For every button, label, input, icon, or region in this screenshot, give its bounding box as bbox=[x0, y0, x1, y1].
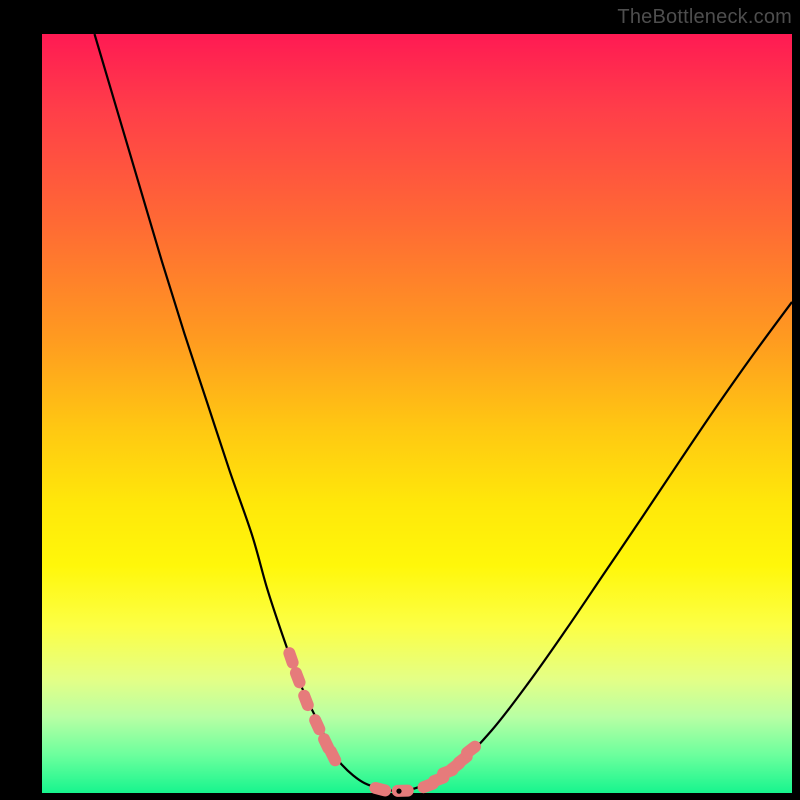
plot-area bbox=[42, 34, 792, 793]
watermark-text: TheBottleneck.com bbox=[617, 6, 792, 29]
plot-overlay bbox=[42, 34, 792, 793]
curve-marker bbox=[282, 646, 301, 671]
curve-marker bbox=[288, 665, 307, 690]
bottleneck-curve bbox=[95, 34, 793, 791]
marker-group bbox=[282, 646, 484, 798]
curve-minimum-dot bbox=[396, 789, 401, 794]
chart-frame: TheBottleneck.com bbox=[0, 0, 800, 800]
curve-marker bbox=[368, 781, 392, 798]
curve-marker bbox=[392, 784, 414, 796]
